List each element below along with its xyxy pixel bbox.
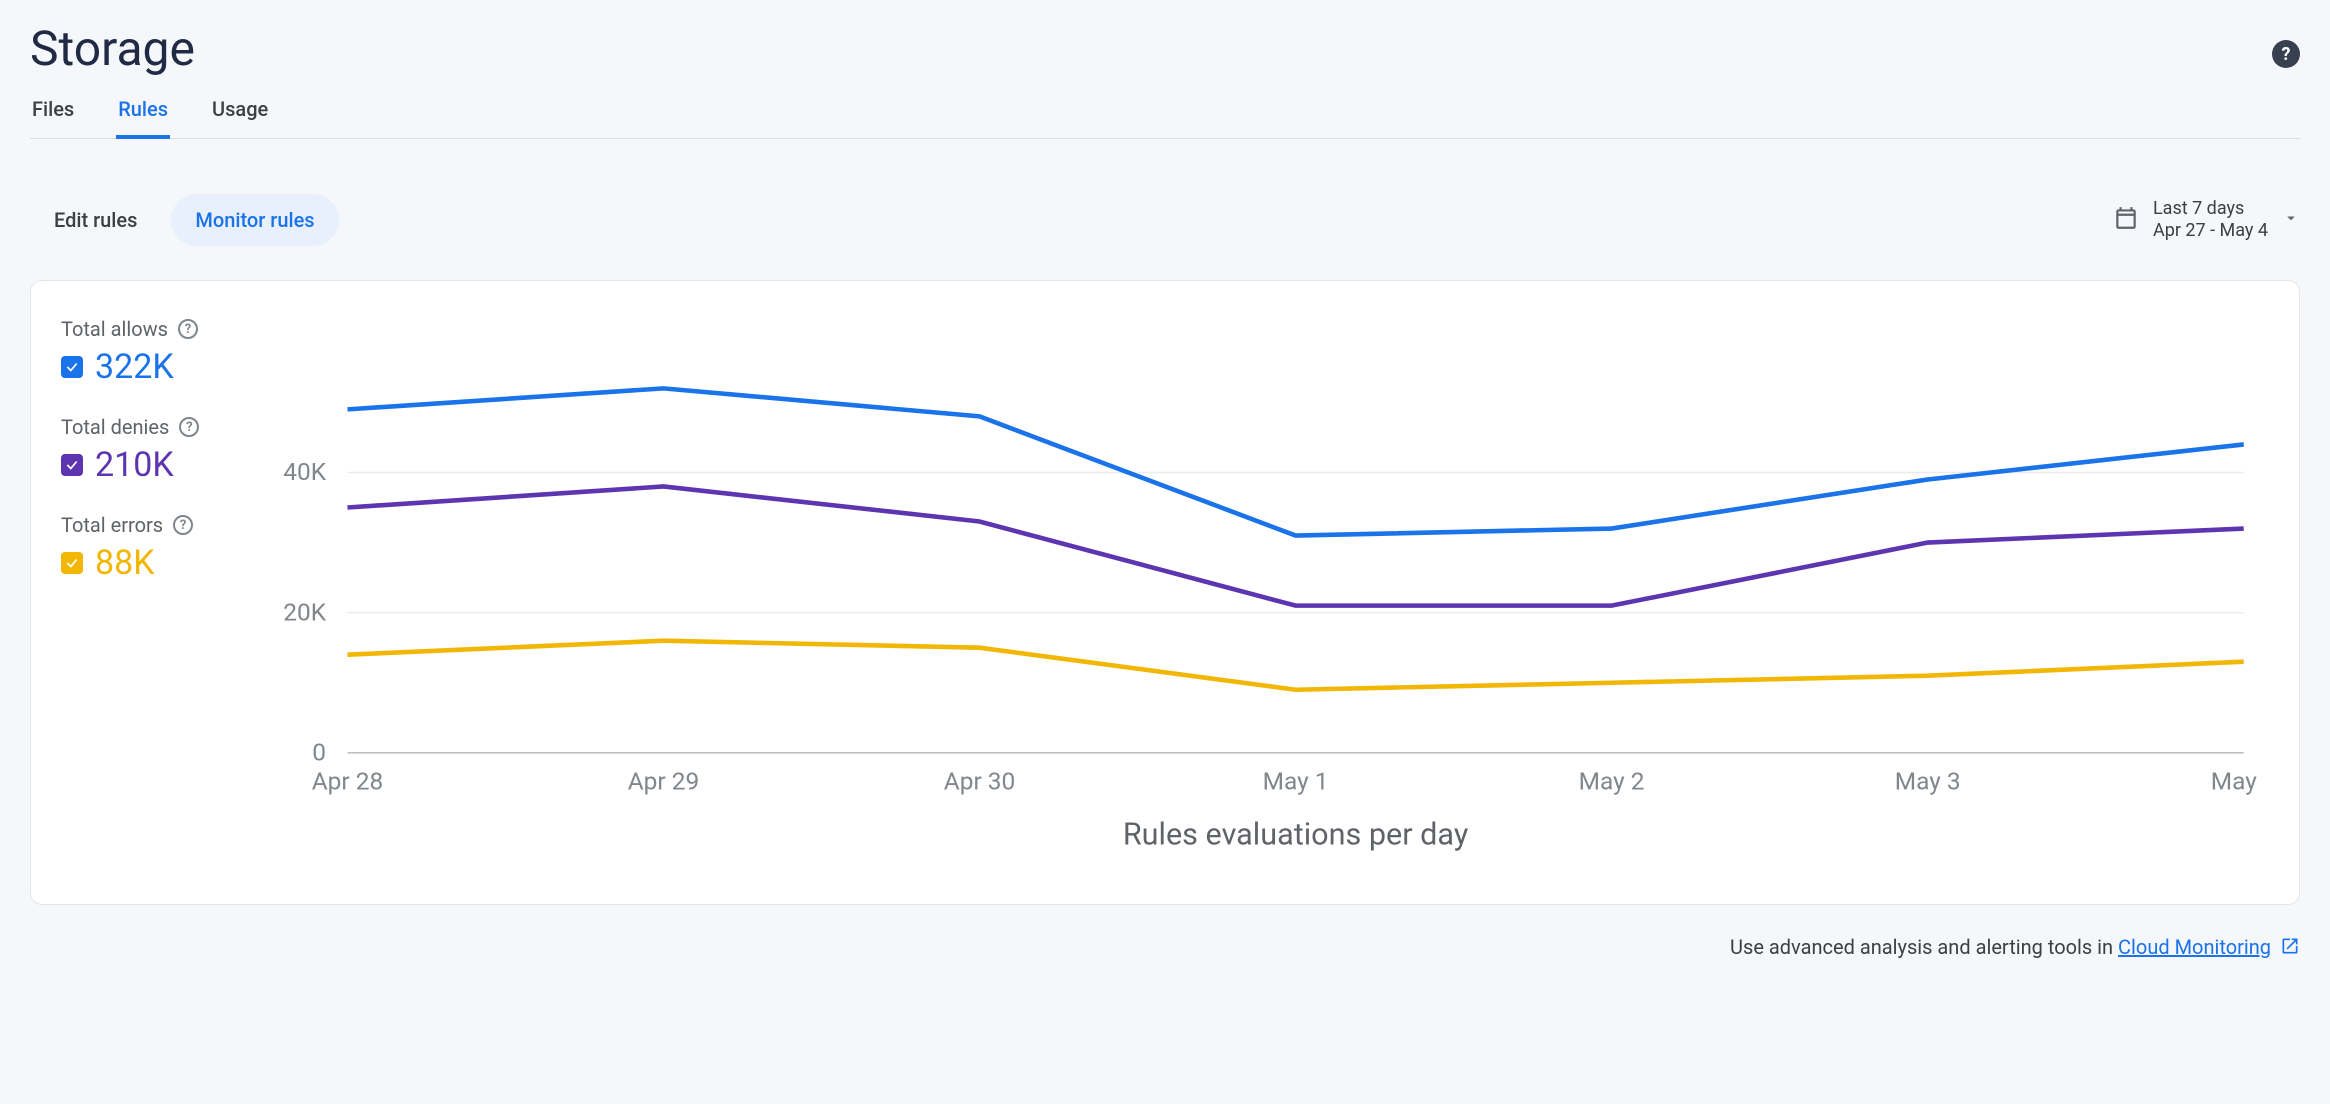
metric-denies-checkbox[interactable] xyxy=(61,454,83,476)
sub-tab-edit[interactable]: Edit rules xyxy=(30,194,161,246)
metric-allows-value: 322K xyxy=(95,347,174,387)
calendar-icon xyxy=(2113,205,2139,235)
cloud-monitoring-link[interactable]: Cloud Monitoring xyxy=(2118,935,2271,959)
metric-denies-value: 210K xyxy=(95,445,174,485)
metric-allows-label: Total allows xyxy=(61,317,168,341)
x-tick-label: May 4 xyxy=(2211,767,2259,796)
series-total-allows xyxy=(347,388,2243,535)
y-tick-label: 0 xyxy=(312,737,326,766)
series-total-denies xyxy=(347,486,2243,605)
date-range-picker[interactable]: Last 7 days Apr 27 - May 4 xyxy=(2113,198,2300,243)
sub-tabs: Edit rulesMonitor rules xyxy=(30,194,339,246)
y-tick-label: 20K xyxy=(283,597,326,626)
x-tick-label: Apr 30 xyxy=(944,767,1016,796)
footer-prefix: Use advanced analysis and alerting tools… xyxy=(1730,935,2118,959)
metric-denies-label: Total denies xyxy=(61,415,169,439)
metric-errors-label: Total errors xyxy=(61,513,163,537)
chart-card: Total allows?322KTotal denies?210KTotal … xyxy=(30,280,2300,905)
metric-errors-checkbox[interactable] xyxy=(61,552,83,574)
metric-errors: Total errors? 88K xyxy=(61,513,261,583)
sub-tab-monitor[interactable]: Monitor rules xyxy=(171,194,338,246)
line-chart: 0 20K 40K Apr 28 Apr 29 Apr 30 May 1 May 2 May 3… xyxy=(271,317,2259,868)
x-tick-label: Apr 28 xyxy=(312,767,384,796)
x-tick-label: May 1 xyxy=(1263,767,1329,796)
x-tick-label: May 2 xyxy=(1579,767,1645,796)
date-preset-label: Last 7 days xyxy=(2153,198,2268,221)
metric-denies: Total denies?210K xyxy=(61,415,261,485)
tab-files[interactable]: Files xyxy=(30,97,76,138)
page-title: Storage xyxy=(30,20,195,77)
metric-allows-checkbox[interactable] xyxy=(61,356,83,378)
tab-rules[interactable]: Rules xyxy=(116,97,170,139)
footer-note: Use advanced analysis and alerting tools… xyxy=(30,935,2300,961)
external-link-icon xyxy=(2280,936,2300,961)
metric-denies-help-icon[interactable]: ? xyxy=(179,417,199,437)
chart-legend: Total allows?322KTotal denies?210KTotal … xyxy=(61,317,261,868)
metric-allows: Total allows?322K xyxy=(61,317,261,387)
tab-usage[interactable]: Usage xyxy=(210,97,270,138)
x-axis-title: Rules evaluations per day xyxy=(1123,818,1469,853)
x-tick-label: Apr 29 xyxy=(628,767,700,796)
x-tick-label: May 3 xyxy=(1895,767,1961,796)
main-tabs: Files Rules Usage xyxy=(30,97,2300,139)
help-icon[interactable]: ? xyxy=(2272,40,2300,68)
series-total-errors xyxy=(347,641,2243,690)
chevron-down-icon xyxy=(2282,209,2300,231)
y-tick-label: 40K xyxy=(283,457,326,486)
metric-allows-help-icon[interactable]: ? xyxy=(178,319,198,339)
date-range-label: Apr 27 - May 4 xyxy=(2153,220,2268,243)
metric-errors-value: 88K xyxy=(95,543,155,583)
metric-errors-help-icon[interactable]: ? xyxy=(173,515,193,535)
